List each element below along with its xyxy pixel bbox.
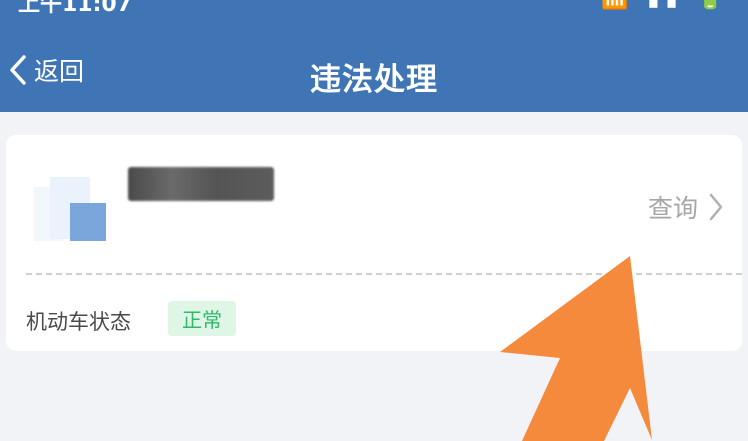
- query-label: 查询: [647, 194, 698, 223]
- status-badge: 正常: [168, 301, 236, 336]
- query-button[interactable]: 查询: [648, 189, 724, 225]
- nav-bar: 返回 违法处理: [0, 14, 748, 112]
- chevron-right-icon: [708, 192, 724, 222]
- status-icons: 📶 ▮▮ 🔋: [601, 0, 730, 11]
- plate-number-redacted: [128, 167, 274, 201]
- vehicle-status-label: 机动车状态: [26, 310, 131, 334]
- pointer-arrow-icon: [480, 240, 700, 441]
- vehicle-plate-icon: [20, 177, 106, 241]
- status-bar: 上午11:07 📶 ▮▮ 🔋: [0, 0, 748, 14]
- status-time: 上午11:07: [18, 0, 133, 14]
- page-title: 违法处理: [310, 62, 438, 98]
